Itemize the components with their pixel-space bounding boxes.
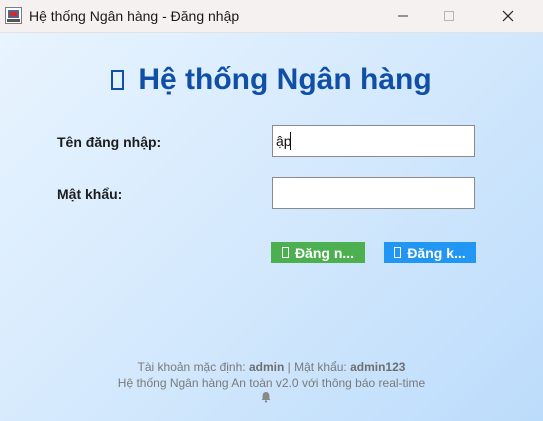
- minimize-icon: [398, 15, 408, 17]
- login-button[interactable]: Đăng n...: [271, 242, 365, 263]
- title-bar: Hệ thống Ngân hàng - Đăng nhập: [0, 0, 543, 33]
- default-password-prefix: | Mật khẩu:: [284, 360, 351, 374]
- register-button-label: Đăng k...: [407, 244, 466, 261]
- maximize-button[interactable]: [426, 0, 472, 32]
- login-icon: [281, 247, 289, 258]
- username-field[interactable]: [272, 125, 475, 157]
- app-tagline: Hệ thống Ngân hàng An toàn v2.0 với thôn…: [117, 376, 426, 390]
- register-button[interactable]: Đăng k...: [384, 242, 476, 263]
- default-username: admin: [248, 360, 285, 374]
- bank-icon: [111, 70, 125, 90]
- username-label: Tên đăng nhập:: [57, 134, 162, 150]
- text-caret: [290, 132, 291, 150]
- password-field[interactable]: [272, 177, 475, 209]
- register-icon: [394, 247, 402, 258]
- window-title: Hệ thống Ngân hàng - Đăng nhập: [29, 8, 240, 24]
- login-window: Hệ thống Ngân hàng - Đăng nhập Hệ thống …: [0, 0, 543, 421]
- login-panel: Hệ thống Ngân hàng Tên đăng nhập: Mật kh…: [0, 33, 543, 421]
- page-title-text: Hệ thống Ngân hàng: [138, 63, 432, 96]
- default-password: admin123: [350, 360, 406, 374]
- default-account-hint: Tài khoản mặc định: admin | Mật khẩu: ad…: [0, 360, 543, 374]
- close-button[interactable]: [485, 0, 531, 32]
- default-account-prefix: Tài khoản mặc định:: [137, 360, 249, 374]
- minimize-button[interactable]: [380, 0, 426, 32]
- java-app-icon: [5, 7, 22, 24]
- maximize-icon: [444, 11, 454, 21]
- password-label: Mật khẩu:: [57, 186, 123, 202]
- close-icon: [502, 10, 514, 22]
- bell-icon: [261, 392, 271, 403]
- login-button-label: Đăng n...: [294, 244, 355, 261]
- page-title: Hệ thống Ngân hàng: [0, 63, 543, 97]
